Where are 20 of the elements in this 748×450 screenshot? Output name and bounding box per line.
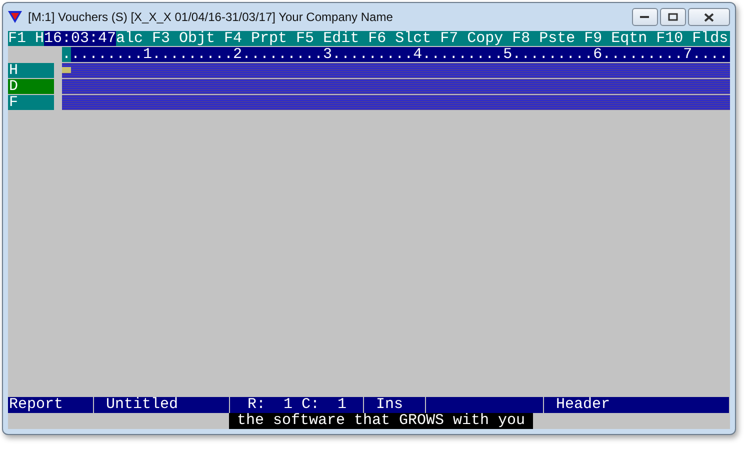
function-key-text: F1 H <box>8 31 44 46</box>
ruler-cursor: . <box>62 47 72 62</box>
band-label[interactable]: H <box>8 63 54 78</box>
close-icon <box>704 12 714 22</box>
status-field: Report <box>8 397 94 413</box>
window-title: [M:1] Vouchers (S) [X_X_X 01/04/16-31/03/17] Your Company Name <box>28 9 393 26</box>
cursor-marker <box>62 67 71 73</box>
function-key-text: alc F3 Objt F4 Prpt F5 Edit F6 Slct F7 Copy F8 Pste F9 Eqtn F10 Flds <box>116 31 728 46</box>
ruler-text: ........1.........2.........3.........4.........5.........6.........7.... <box>71 47 728 62</box>
band-label[interactable]: F <box>8 95 54 110</box>
app-logo-icon <box>8 11 22 23</box>
close-button[interactable] <box>688 8 730 26</box>
status-field: Header <box>544 397 730 413</box>
band-label[interactable]: D <box>8 79 54 94</box>
tagline: the software that GROWS with you <box>228 413 534 429</box>
restore-icon <box>668 13 678 21</box>
minimize-button[interactable] <box>632 8 658 26</box>
restore-button[interactable] <box>660 8 686 26</box>
minimize-icon <box>640 15 650 19</box>
clock: 16:03:47 <box>44 31 116 46</box>
